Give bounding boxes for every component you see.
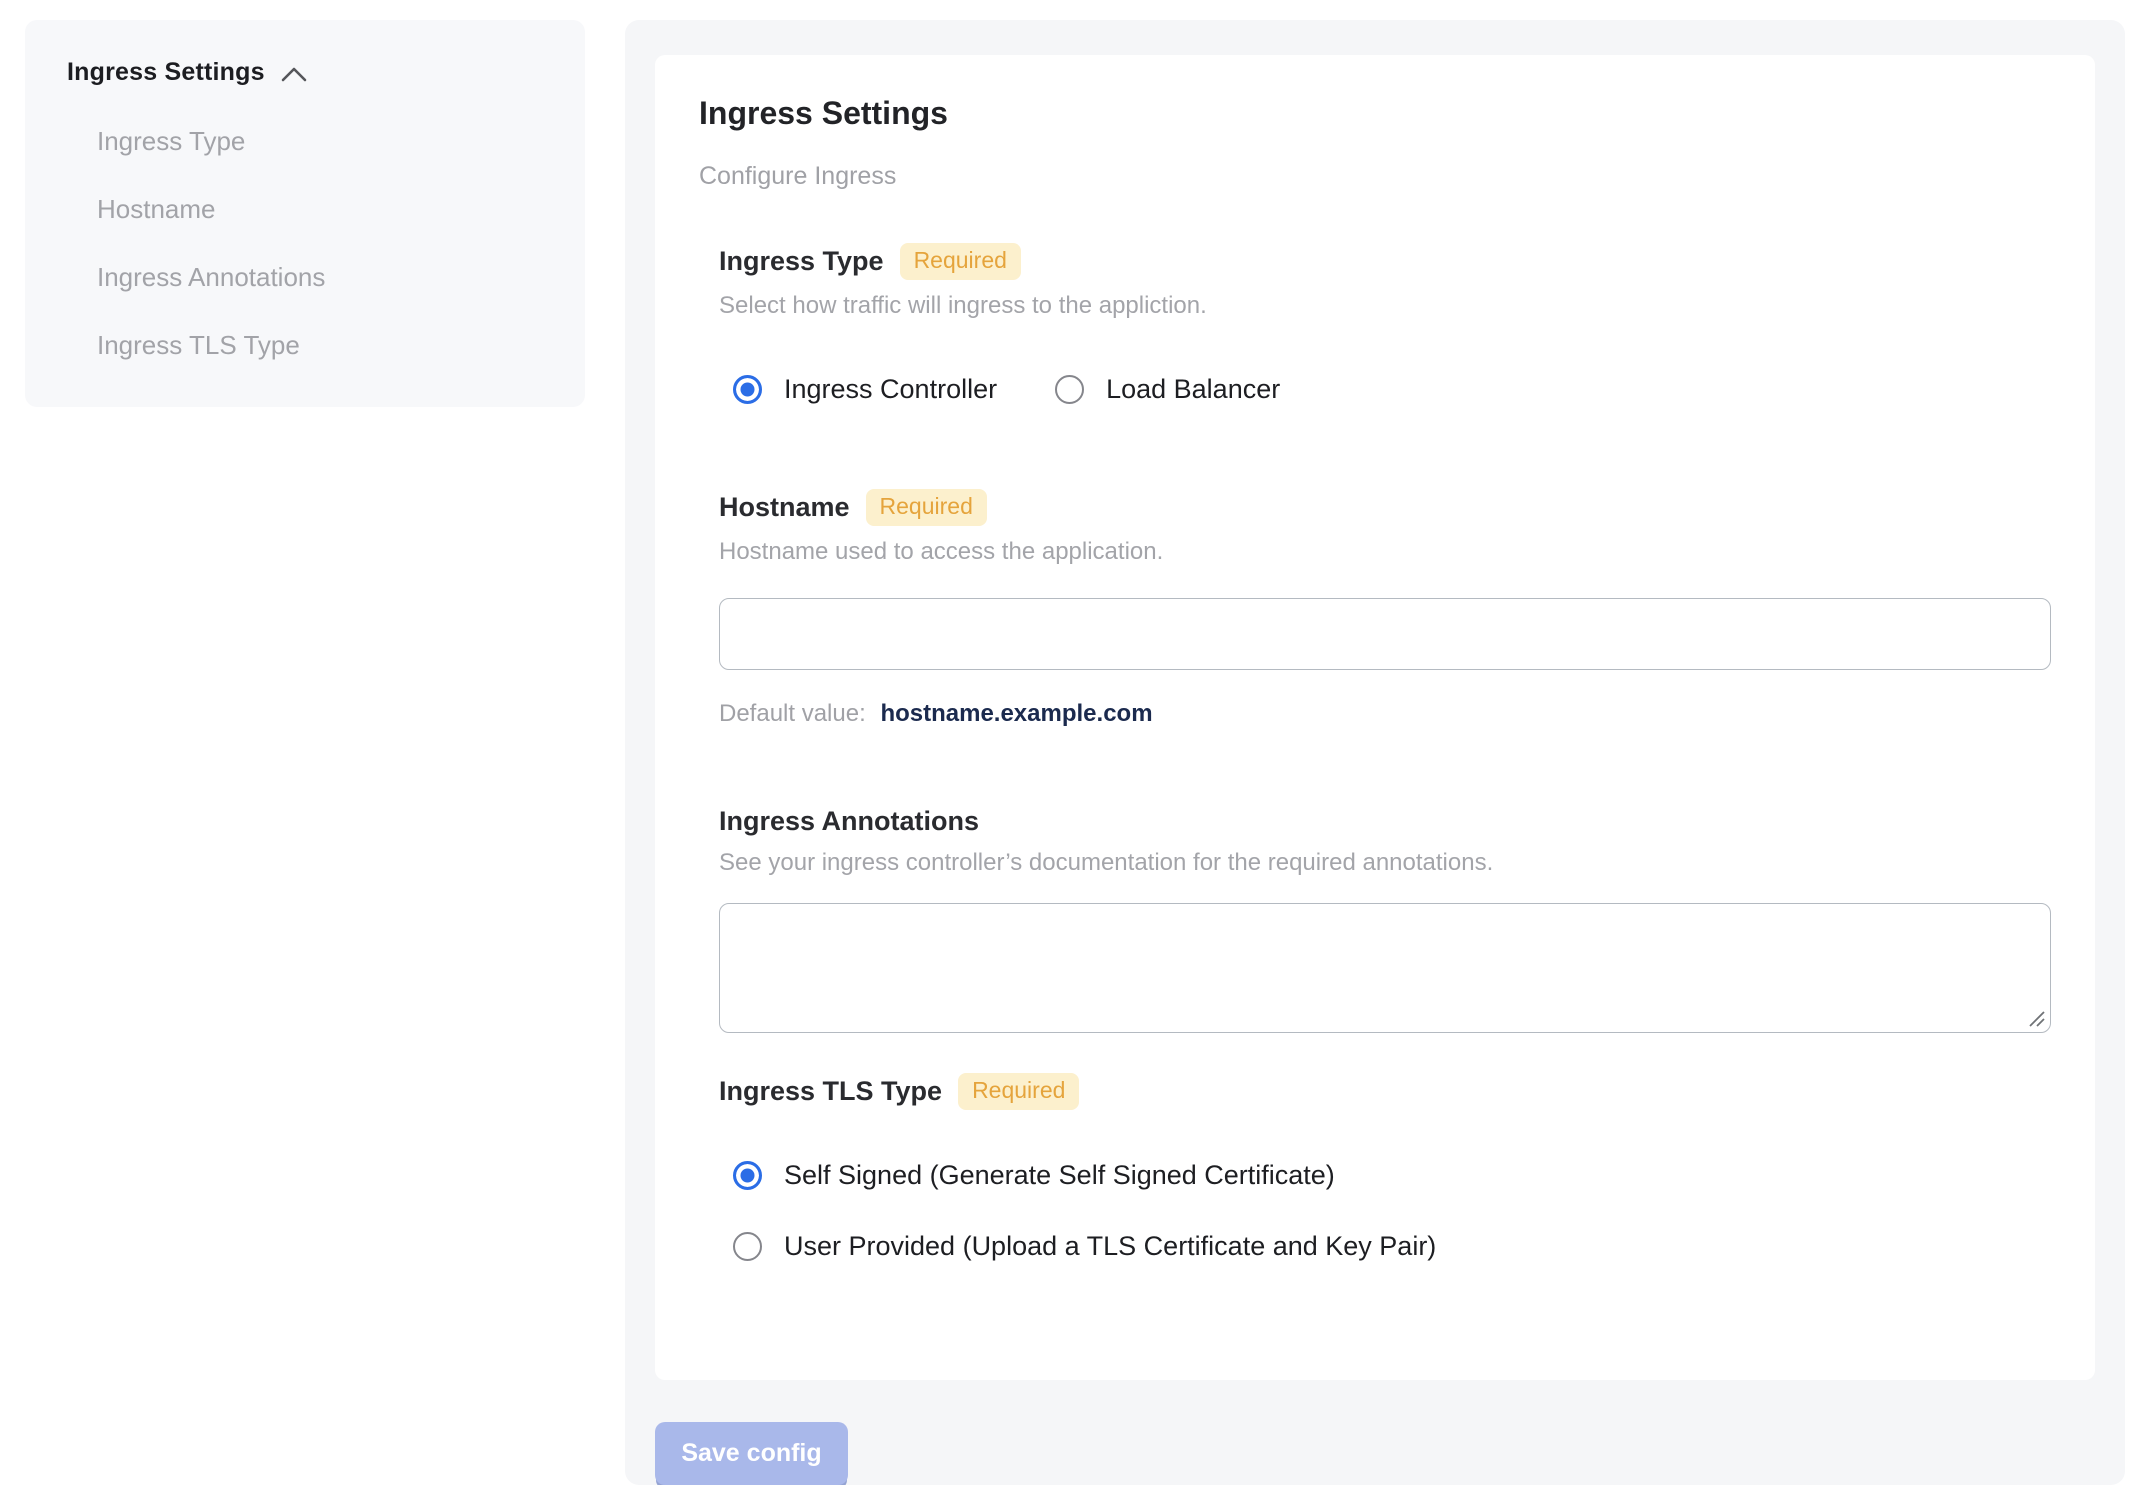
radio-option-self-signed[interactable]: Self Signed (Generate Self Signed Certif… (733, 1160, 2051, 1191)
hostname-input[interactable] (719, 598, 2051, 670)
ingress-tls-type-label: Ingress TLS Type (719, 1076, 943, 1106)
default-value-text: hostname.example.com (880, 700, 1153, 727)
radio-option-user-provided[interactable]: User Provided (Upload a TLS Certificate … (733, 1231, 2051, 1262)
required-badge: Required (958, 1073, 1080, 1110)
page-layout: Ingress Settings Ingress Type Hostname I… (0, 0, 2156, 1485)
default-value-label: Default value: (719, 700, 866, 727)
sidebar-section-toggle[interactable]: Ingress Settings (67, 58, 543, 87)
radio-button-icon[interactable] (1055, 375, 1085, 404)
ingress-annotations-section: Ingress Annotations See your ingress con… (719, 806, 2051, 1033)
sidebar-item-ingress-annotations[interactable]: Ingress Annotations (67, 263, 543, 291)
ingress-annotations-description: See your ingress controller’s documentat… (719, 849, 1494, 876)
form-sections: Ingress Type Required Select how traffic… (719, 243, 2051, 1262)
radio-button-icon[interactable] (733, 1161, 762, 1190)
radio-option-label[interactable]: User Provided (Upload a TLS Certificate … (784, 1231, 1436, 1262)
sidebar-item-hostname[interactable]: Hostname (67, 195, 543, 223)
hostname-label: Hostname (719, 492, 850, 522)
ingress-tls-type-section: Ingress TLS Type Required Self Signed (G… (719, 1073, 2051, 1262)
save-config-button[interactable]: Save config (655, 1422, 848, 1485)
ingress-annotations-label: Ingress Annotations (719, 806, 980, 836)
radio-option-load-balancer[interactable]: Load Balancer (1055, 374, 1280, 405)
sidebar-item-ingress-type[interactable]: Ingress Type (67, 127, 543, 155)
main-panel: Ingress Settings Configure Ingress Ingre… (625, 20, 2125, 1485)
required-badge: Required (899, 243, 1021, 280)
ingress-type-options: Ingress Controller Load Balancer (733, 374, 2051, 405)
chevron-up-icon[interactable] (281, 66, 307, 82)
ingress-type-section: Ingress Type Required Select how traffic… (719, 243, 2051, 405)
resize-handle-icon[interactable] (2028, 1010, 2046, 1028)
required-badge: Required (865, 489, 987, 526)
radio-option-ingress-controller[interactable]: Ingress Controller (733, 374, 997, 405)
ingress-type-label: Ingress Type (719, 246, 884, 276)
radio-option-label[interactable]: Ingress Controller (784, 374, 997, 405)
sidebar-section-title: Ingress Settings (67, 58, 265, 86)
radio-option-label[interactable]: Load Balancer (1106, 374, 1280, 405)
page-subtitle: Configure Ingress (699, 162, 897, 190)
hostname-description: Hostname used to access the application. (719, 538, 1164, 565)
hostname-default-line: Default value: hostname.example.com (719, 700, 2051, 728)
ingress-tls-type-options: Self Signed (Generate Self Signed Certif… (733, 1160, 2051, 1262)
radio-option-label[interactable]: Self Signed (Generate Self Signed Certif… (784, 1160, 1335, 1191)
sidebar: Ingress Settings Ingress Type Hostname I… (25, 20, 585, 407)
sidebar-item-ingress-tls-type[interactable]: Ingress TLS Type (67, 331, 543, 359)
radio-button-icon[interactable] (733, 1232, 762, 1261)
radio-button-icon[interactable] (733, 375, 762, 404)
hostname-section: Hostname Required Hostname used to acces… (719, 489, 2051, 728)
page-title: Ingress Settings (699, 95, 948, 131)
ingress-annotations-textarea[interactable] (719, 903, 2051, 1033)
ingress-type-description: Select how traffic will ingress to the a… (719, 292, 1207, 319)
ingress-settings-card: Ingress Settings Configure Ingress Ingre… (655, 55, 2095, 1380)
